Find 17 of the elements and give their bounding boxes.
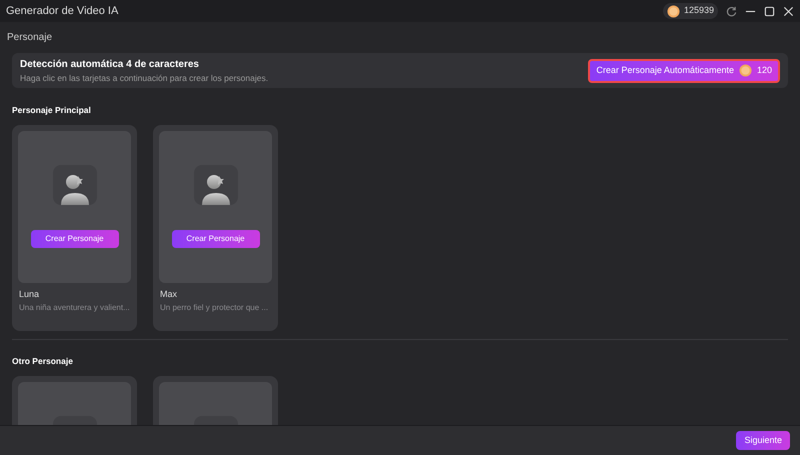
character-card[interactable]: Crear Personaje Luna Una niña aventurera y valient... bbox=[12, 125, 137, 331]
banner-title: Detección automática 4 de caracteres bbox=[20, 58, 200, 72]
auto-create-button[interactable]: Crear Personaje Automáticamente 120 bbox=[588, 58, 780, 82]
character-description: Un perro fiel y protector que ... bbox=[160, 302, 270, 314]
next-button[interactable]: Siguiente bbox=[736, 431, 790, 450]
character-card[interactable]: Crear Personaje Max Un perro fiel y protector que ... bbox=[153, 125, 278, 331]
create-character-button[interactable]: Crear Personaje bbox=[30, 230, 118, 248]
window-title: Generador de Video IA bbox=[6, 4, 118, 19]
character-name: Max bbox=[160, 288, 178, 301]
section-title: Personaje Principal bbox=[12, 105, 91, 115]
section-title: Otro Personaje bbox=[12, 356, 73, 366]
credits-count: 125939 bbox=[684, 4, 714, 18]
character-description: Una niña aventurera y valient... bbox=[19, 302, 130, 314]
page-title: Personaje bbox=[7, 31, 54, 45]
character-name: Luna bbox=[19, 288, 40, 301]
banner-subtitle: Haga clic en las tarjetas a continuación para crear los personajes. bbox=[20, 72, 268, 84]
create-character-button[interactable]: Crear Personaje bbox=[172, 230, 260, 248]
